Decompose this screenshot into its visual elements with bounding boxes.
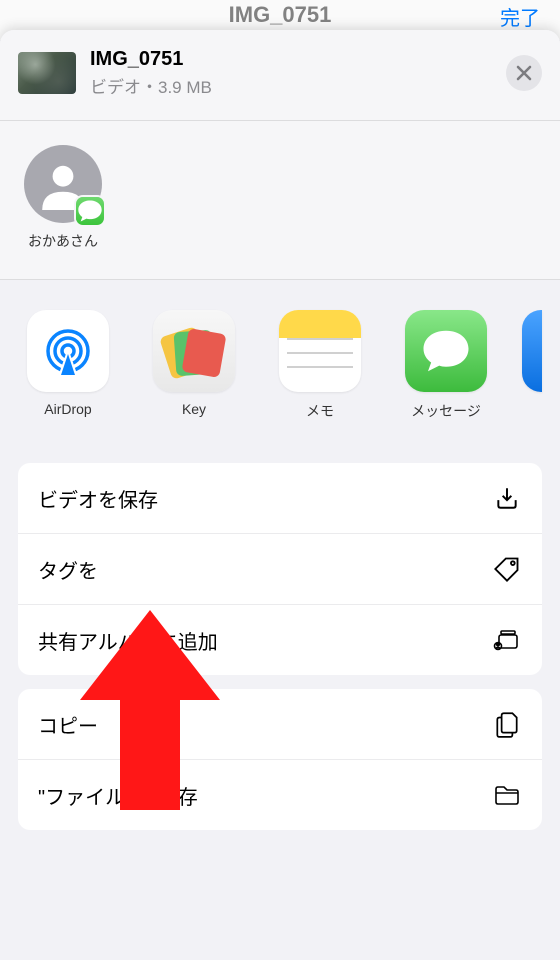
folder-icon [492, 780, 522, 810]
action-label: コピー [38, 710, 98, 739]
key-icon [153, 310, 235, 392]
done-button[interactable]: 完了 [500, 2, 540, 31]
close-button[interactable] [506, 55, 542, 91]
close-icon [516, 65, 532, 81]
action-copy[interactable]: コピー [18, 689, 542, 760]
action-label: タグを [38, 555, 98, 584]
action-shared-album[interactable]: 共有アルバムに追加 [18, 605, 542, 675]
action-save-to-files[interactable]: "ファイル" に保存 [18, 760, 542, 830]
action-label: "ファイル" に保存 [38, 781, 198, 810]
airdrop-icon [27, 310, 109, 392]
share-sheet: IMG_0751 ビデオ・3.9 MB おかあさん [0, 30, 560, 960]
action-add-tag[interactable]: タグを [18, 534, 542, 605]
notes-icon [279, 310, 361, 392]
file-info: IMG_0751 ビデオ・3.9 MB [90, 48, 506, 98]
avatar [24, 145, 102, 223]
contact-item[interactable]: おかあさん [24, 145, 102, 251]
action-group-1: ビデオを保存 タグを 共有アルバムに追加 [18, 463, 542, 675]
file-title: IMG_0751 [90, 48, 506, 71]
app-notes[interactable]: メモ [270, 310, 370, 421]
app-airdrop[interactable]: AirDrop [18, 310, 118, 421]
download-icon [492, 483, 522, 513]
file-subtitle: ビデオ・3.9 MB [90, 73, 506, 98]
action-save-video[interactable]: ビデオを保存 [18, 463, 542, 534]
partial-app-icon [522, 310, 542, 392]
apps-row: AirDrop Key メモ メッセージ [0, 280, 560, 447]
app-key[interactable]: Key [144, 310, 244, 421]
app-label: AirDrop [44, 401, 91, 417]
bg-title: IMG_0751 [229, 2, 332, 28]
copy-icon [492, 709, 522, 739]
messages-badge-icon [76, 197, 104, 225]
action-group-2: コピー "ファイル" に保存 [18, 689, 542, 830]
contacts-row: おかあさん [0, 121, 560, 280]
app-label: メッセージ [411, 401, 481, 421]
app-messages[interactable]: メッセージ [396, 310, 496, 421]
sheet-header: IMG_0751 ビデオ・3.9 MB [0, 30, 560, 121]
tag-icon [492, 554, 522, 584]
file-thumbnail [18, 52, 76, 94]
app-partial[interactable] [522, 310, 542, 421]
app-label: Key [182, 401, 206, 417]
messages-icon [405, 310, 487, 392]
app-label: メモ [306, 401, 334, 421]
action-label: ビデオを保存 [38, 484, 158, 513]
shared-album-icon [492, 625, 522, 655]
action-label: 共有アルバムに追加 [38, 626, 218, 655]
